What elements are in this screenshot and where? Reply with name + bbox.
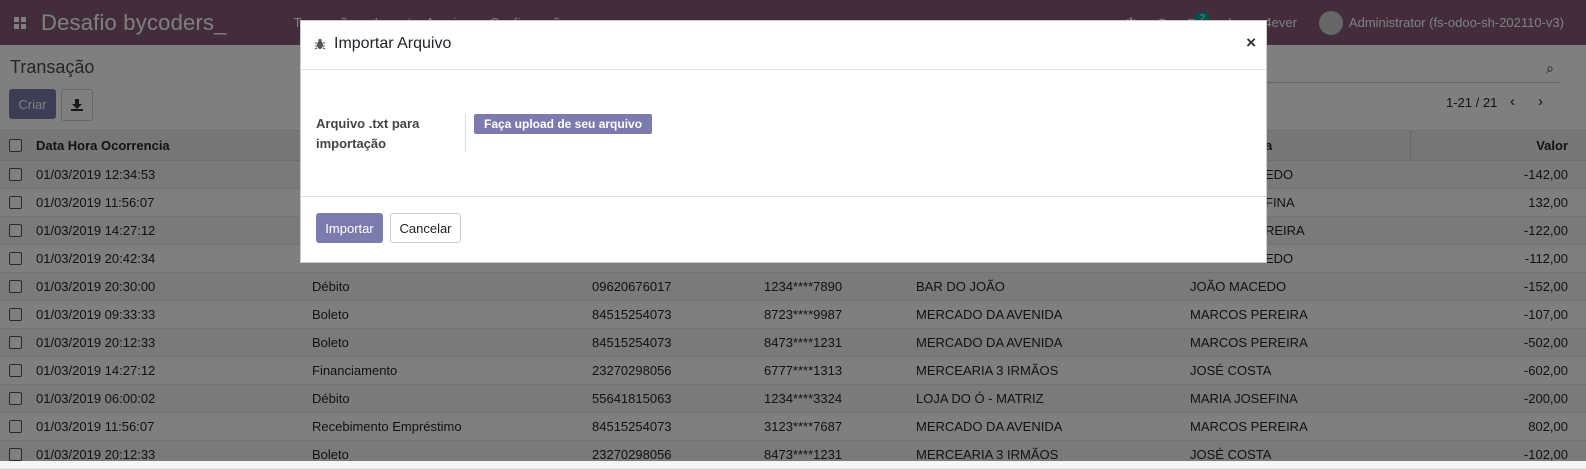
file-field-label: Arquivo .txt para importação [316,116,420,151]
import-file-dialog: Importar Arquivo × Arquivo .txt para imp… [300,20,1267,263]
dialog-body: Arquivo .txt para importação Faça upload… [301,70,1266,197]
dialog-title: Importar Arquivo [334,35,452,52]
field-divider [465,114,466,152]
upload-file-button[interactable]: Faça upload de seu arquivo [474,114,653,134]
dialog-header: Importar Arquivo × [301,21,1266,70]
close-icon[interactable]: × [1246,33,1256,53]
cancel-button[interactable]: Cancelar [390,213,461,243]
dialog-footer: Importar Cancelar [301,197,1266,263]
import-button[interactable]: Importar [316,213,383,243]
bug-icon [314,38,326,50]
